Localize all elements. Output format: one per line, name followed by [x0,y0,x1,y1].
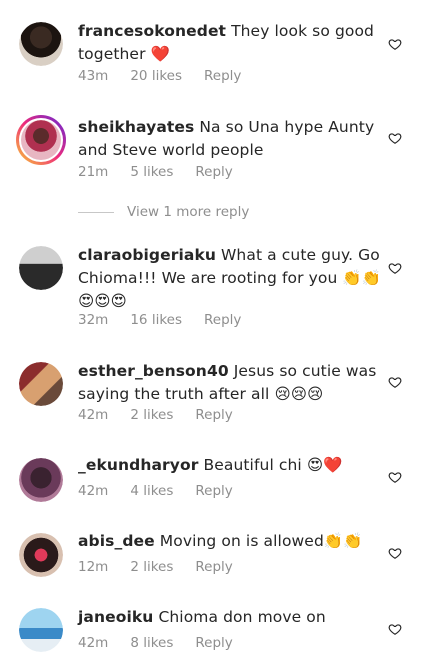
comment-time: 12m [78,559,109,575]
comment-meta: 42m 2 likes Reply [78,407,255,423]
comment-body: abis_dee Moving on is allowed👏👏 [78,530,378,553]
heart-outline-icon[interactable] [388,375,402,389]
avatar-story-ring[interactable] [16,115,66,165]
avatar[interactable] [19,533,63,577]
heart-outline-icon[interactable] [388,470,402,484]
comment-meta: 42m 8 likes Reply [78,635,255,651]
avatar[interactable] [19,458,63,502]
view-more-replies[interactable]: View 1 more reply [78,204,249,220]
avatar[interactable] [19,246,63,290]
comment-username[interactable]: _ekundharyor [78,456,198,474]
comment-likes[interactable]: 8 likes [130,635,173,651]
reply-button[interactable]: Reply [204,312,241,328]
avatar[interactable] [19,22,63,66]
comment-time: 21m [78,164,109,180]
comment-text: Chioma don move on [158,608,326,626]
comment-username[interactable]: claraobigeriaku [78,246,216,264]
reply-button[interactable]: Reply [204,68,241,84]
heart-outline-icon[interactable] [388,546,402,560]
heart-outline-icon[interactable] [388,622,402,636]
reply-button[interactable]: Reply [195,635,232,651]
heart-outline-icon[interactable] [388,37,402,51]
divider-line [78,211,114,213]
comment-likes[interactable]: 5 likes [130,164,173,180]
comment-body: janeoiku Chioma don move on [78,606,378,629]
comment-body: esther_benson40 Jesus so cutie was saying… [78,360,378,406]
view-more-label[interactable]: View 1 more reply [127,204,249,220]
comment-username[interactable]: janeoiku [78,608,153,626]
avatar[interactable] [19,608,63,652]
heart-outline-icon[interactable] [388,131,402,145]
comment-time: 32m [78,312,109,328]
comment-likes[interactable]: 2 likes [130,559,173,575]
comment-username[interactable]: abis_dee [78,532,155,550]
comment-likes[interactable]: 20 likes [130,68,182,84]
comment-time: 42m [78,635,109,651]
comment-body: claraobigeriaku What a cute guy. Go Chiom… [78,244,383,313]
comment-meta: 21m 5 likes Reply [78,164,255,180]
avatar[interactable] [19,362,63,406]
comment-time: 43m [78,68,109,84]
comment-likes[interactable]: 16 likes [130,312,182,328]
comment-text: Beautiful chi 😍❤️ [203,456,343,474]
comment-time: 42m [78,407,109,423]
comment-likes[interactable]: 4 likes [130,483,173,499]
reply-button[interactable]: Reply [195,407,232,423]
reply-button[interactable]: Reply [195,164,232,180]
comment-username[interactable]: sheikhayates [78,118,194,136]
comment-body: sheikhayates Na so Una hype Aunty and Ste… [78,116,378,162]
comment-meta: 32m 16 likes Reply [78,312,263,328]
comment-body: _ekundharyor Beautiful chi 😍❤️ [78,454,378,477]
comment-body: francesokonedet They look so good togethe… [78,20,378,66]
reply-button[interactable]: Reply [195,483,232,499]
comment-meta: 43m 20 likes Reply [78,68,263,84]
reply-button[interactable]: Reply [195,559,232,575]
comment-meta: 42m 4 likes Reply [78,483,255,499]
comment-username[interactable]: esther_benson40 [78,362,229,380]
comment-meta: 12m 2 likes Reply [78,559,255,575]
heart-outline-icon[interactable] [388,261,402,275]
comment-likes[interactable]: 2 likes [130,407,173,423]
comment-time: 42m [78,483,109,499]
comment-text: Moving on is allowed👏👏 [159,532,363,550]
comment-username[interactable]: francesokonedet [78,22,226,40]
